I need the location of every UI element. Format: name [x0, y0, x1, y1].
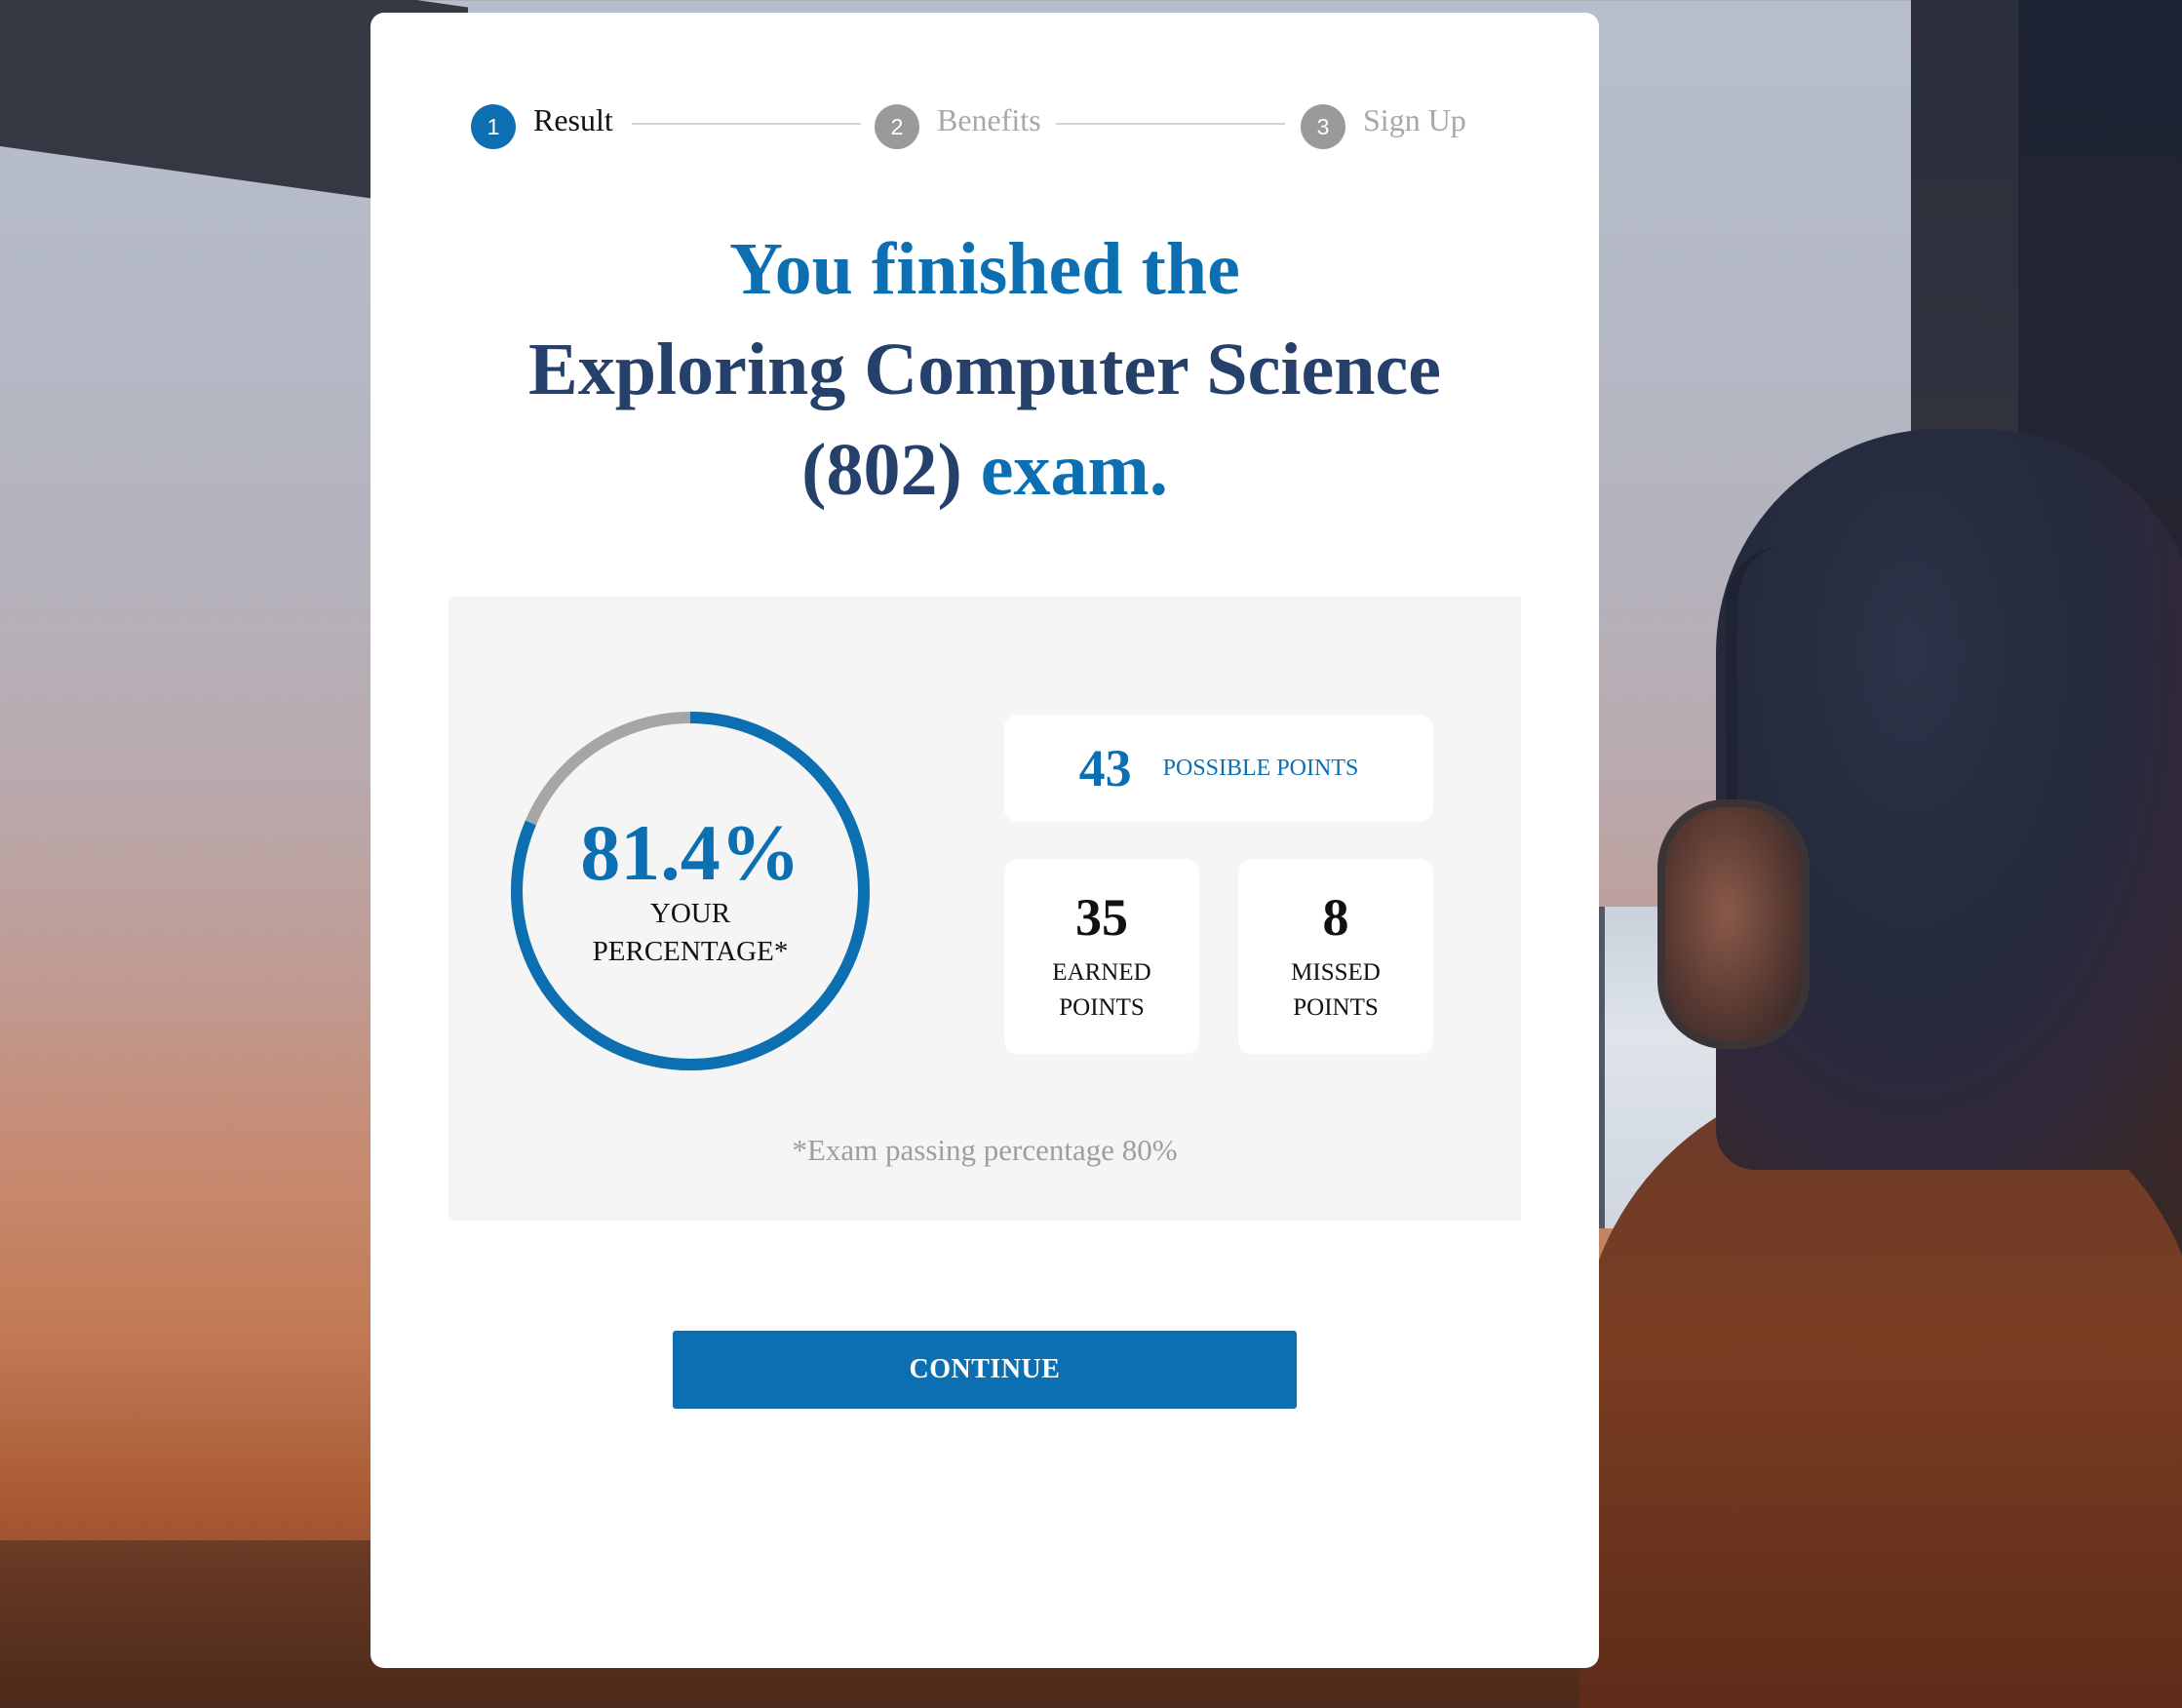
step-label: Result — [533, 101, 613, 137]
page-title: You finished the Exploring Computer Scie… — [370, 219, 1599, 521]
score-panel: 81.4% YOUR PERCENTAGE* 43 POSSIBLE POINT… — [448, 597, 1521, 1221]
step-label: Benefits — [937, 101, 1041, 137]
earned-points-value: 35 — [1075, 888, 1128, 947]
percentage-value: 81.4% — [580, 808, 800, 897]
step-result: 1 Result — [471, 91, 613, 149]
exam-name: Exploring Computer Science — [528, 329, 1441, 410]
background-headphone-cup — [1657, 799, 1810, 1049]
ring-center: 81.4% YOUR PERCENTAGE* — [505, 706, 876, 1076]
step-number: 2 — [875, 104, 919, 149]
progress-stepper: 1 Result 2 Benefits 3 Sign Up — [471, 91, 1475, 149]
possible-points-card: 43 POSSIBLE POINTS — [1004, 715, 1433, 822]
background-headphone-band — [1726, 546, 1796, 838]
missed-points-value: 8 — [1322, 888, 1349, 947]
step-number: 1 — [471, 104, 516, 149]
possible-points-value: 43 — [1078, 739, 1132, 797]
earned-points-label: EARNED POINTS — [1052, 959, 1151, 1021]
step-number: 3 — [1301, 104, 1345, 149]
continue-button[interactable]: CONTINUE — [673, 1331, 1297, 1409]
percentage-ring: 81.4% YOUR PERCENTAGE* — [505, 706, 876, 1076]
exam-code: (802) — [801, 429, 962, 511]
step-benefits: 2 Benefits — [875, 91, 1041, 149]
passing-note: *Exam passing percentage 80% — [792, 1133, 1178, 1167]
title-line-3: (802) exam. — [370, 420, 1599, 521]
title-suffix: exam. — [980, 429, 1168, 511]
possible-points-label: POSSIBLE POINTS — [1162, 755, 1359, 781]
earned-points-card: 35 EARNED POINTS — [1004, 859, 1199, 1054]
missed-points-label: MISSED POINTS — [1291, 959, 1381, 1021]
percentage-label: YOUR PERCENTAGE* — [592, 898, 789, 967]
step-sign-up: 3 Sign Up — [1301, 91, 1466, 149]
missed-points-card: 8 MISSED POINTS — [1238, 859, 1433, 1054]
result-card: 1 Result 2 Benefits 3 Sign Up You finish… — [370, 13, 1599, 1668]
step-connector — [1056, 123, 1285, 125]
title-line-1: You finished the — [729, 228, 1240, 310]
step-connector — [632, 123, 861, 125]
step-label: Sign Up — [1363, 101, 1466, 137]
